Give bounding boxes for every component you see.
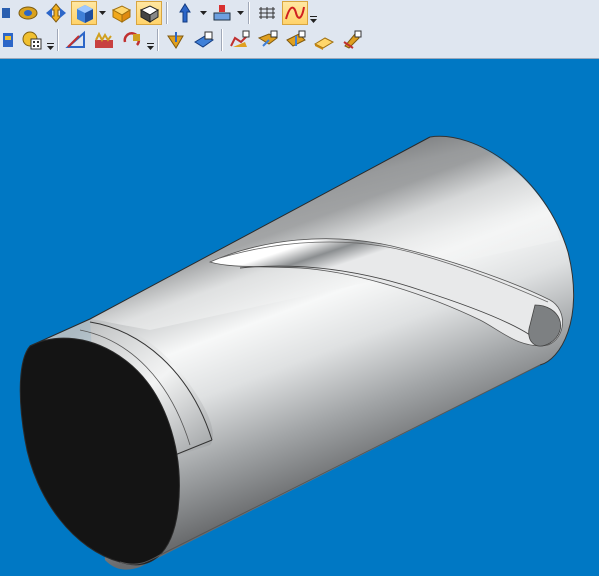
chevron-down-icon[interactable]: [98, 1, 107, 25]
cylinder-model[interactable]: [0, 59, 599, 576]
toolbar-separator: [157, 29, 159, 51]
toolbar-separator: [57, 29, 59, 51]
toolbar-row-machining: [0, 27, 366, 53]
calculator-settings-icon[interactable]: [19, 28, 45, 52]
box-front-icon[interactable]: [108, 1, 134, 25]
grid-icon[interactable]: [254, 1, 280, 25]
toolbar-overflow-icon[interactable]: [46, 28, 54, 52]
surface-finish-b-icon[interactable]: [255, 28, 281, 52]
flat-finish-icon[interactable]: [311, 28, 337, 52]
tool-offset-icon[interactable]: [209, 1, 235, 25]
shaded-solid-icon[interactable]: [71, 1, 97, 25]
pencil-finish-icon[interactable]: [339, 28, 365, 52]
box-iso-icon[interactable]: [136, 1, 162, 25]
mill-tool-icon[interactable]: [1, 28, 17, 52]
surface-finish-a-icon[interactable]: [227, 28, 253, 52]
triangle-profile-icon[interactable]: [63, 28, 89, 52]
surface-pocket-icon[interactable]: [191, 28, 217, 52]
surface-finish-c-icon[interactable]: [283, 28, 309, 52]
pan-view-icon[interactable]: [43, 1, 69, 25]
partial-view-icon[interactable]: [1, 1, 13, 25]
toolpath-display-icon[interactable]: [282, 1, 308, 25]
rough-machining-icon[interactable]: [91, 28, 117, 52]
toolbar-separator: [221, 29, 223, 51]
drill-arrow-icon[interactable]: [163, 28, 189, 52]
toolbar-area: [0, 0, 599, 59]
toolbar-overflow-icon[interactable]: [146, 28, 154, 52]
rotate-view-icon[interactable]: [15, 1, 41, 25]
chevron-down-icon[interactable]: [199, 1, 208, 25]
toolbar-separator: [166, 2, 168, 24]
finish-rotation-icon[interactable]: [119, 28, 145, 52]
chevron-down-icon[interactable]: [236, 1, 245, 25]
toolbar-row-view: [0, 0, 317, 26]
arrow-up-icon[interactable]: [172, 1, 198, 25]
toolbar-overflow-icon[interactable]: [309, 1, 317, 25]
3d-viewport[interactable]: [0, 59, 599, 576]
toolbar-separator: [248, 2, 250, 24]
